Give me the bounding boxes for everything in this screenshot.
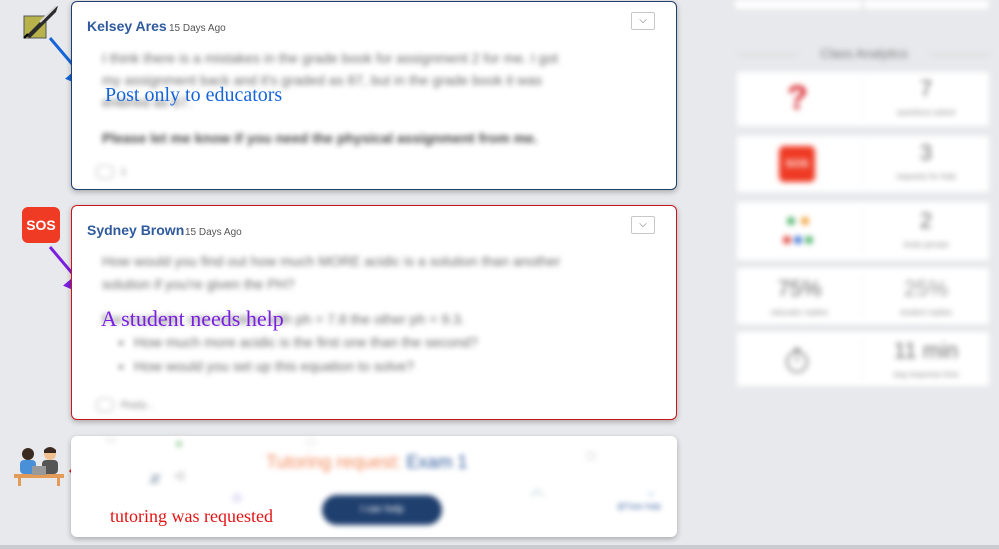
analytics-row-replies[interactable]: 75% educator replies 25% student replies (737, 268, 989, 324)
tutoring-title: Tutoring request: Exam 1 (266, 452, 467, 473)
comment-icon (96, 398, 114, 412)
stat-label: avg response time (893, 370, 959, 379)
stat-label: study groups (903, 240, 949, 249)
post-author[interactable]: Kelsey Ares (87, 18, 167, 34)
annotation-student-help: A student needs help (101, 306, 284, 331)
analytics-row-questions[interactable]: ? 7 questions asked (737, 72, 989, 126)
bottom-divider (0, 545, 999, 549)
post-author[interactable]: Sydney Brown (87, 222, 184, 238)
stat-label-secondary: student replies (899, 308, 953, 317)
sos-icon: SOS (779, 146, 815, 182)
annotation-post-educators: Post only to educators (105, 84, 283, 106)
i-can-help-button[interactable]: I can help (322, 495, 442, 525)
tutoring-request-card[interactable]: Tutoring request: Exam 1 I can help @Tut… (71, 436, 677, 537)
tutoring-prefix: Tutoring request: (266, 452, 402, 472)
stat-value: 3 (919, 140, 933, 165)
tutoring-subject: Exam 1 (406, 452, 468, 472)
right-top-tab-right[interactable] (864, 0, 989, 9)
post-line: How would you find out how much MORE aci… (102, 253, 561, 269)
sos-icon-text: SOS (785, 158, 809, 170)
post-options-button[interactable]: ⌵ (631, 216, 655, 234)
stat-value: 2 (919, 208, 933, 233)
stat-value: 11 min (893, 338, 959, 363)
stat-label: educator replies (771, 308, 828, 317)
timer-icon (783, 346, 811, 374)
question-mark-icon: ? (787, 79, 808, 117)
reply-label: Reply... (120, 399, 154, 411)
annotation-tutoring-requested: tutoring was requested (110, 506, 273, 526)
stat-label: questions asked (897, 108, 955, 117)
stat-value: 75% (777, 276, 822, 301)
stat-value-secondary: 25% (903, 276, 949, 301)
analytics-row-sos[interactable]: SOS 3 requests for help (737, 136, 989, 192)
chevron-down-icon: ⌵ (639, 219, 647, 230)
post-line: solution if you're given the PH? (102, 276, 295, 292)
reply-row[interactable]: Reply... (96, 398, 154, 412)
group-icon (781, 214, 815, 248)
post-time: 15 Days Ago (169, 23, 226, 34)
right-top-tab-left[interactable] (735, 0, 862, 9)
post-bullet-list: How much more acidic is the first one th… (114, 330, 478, 378)
chevron-down-icon: ⌵ (639, 15, 647, 26)
post-options-button[interactable]: ⌵ (631, 12, 655, 30)
reply-count: 1 (120, 166, 127, 178)
reply-count-row[interactable]: 1 (96, 165, 126, 179)
list-item: How would you set up this equation to so… (134, 354, 478, 378)
post-line: I think there is a mistakes in the grade… (102, 50, 559, 66)
post-time: 15 Days Ago (185, 227, 242, 238)
tutor-corner-text: @Tutor help (617, 502, 661, 511)
stat-label: requests for help (896, 172, 956, 181)
comment-icon (96, 165, 114, 179)
post-card-sydney[interactable]: Sydney Brown 15 Days Ago ⌵ How would you… (71, 205, 677, 420)
analytics-heading: Class Analytics (738, 44, 990, 64)
post-bold-line: Please let me know if you need the physi… (102, 130, 538, 146)
post-card-kelsey[interactable]: Kelsey Ares 15 Days Ago ⌵ I think there … (71, 1, 677, 190)
stat-value: 7 (919, 76, 933, 101)
analytics-row-groups[interactable]: 2 study groups (737, 202, 989, 260)
list-item: How much more acidic is the first one th… (134, 330, 478, 354)
analytics-row-response-time[interactable]: 11 min avg response time (737, 332, 989, 386)
